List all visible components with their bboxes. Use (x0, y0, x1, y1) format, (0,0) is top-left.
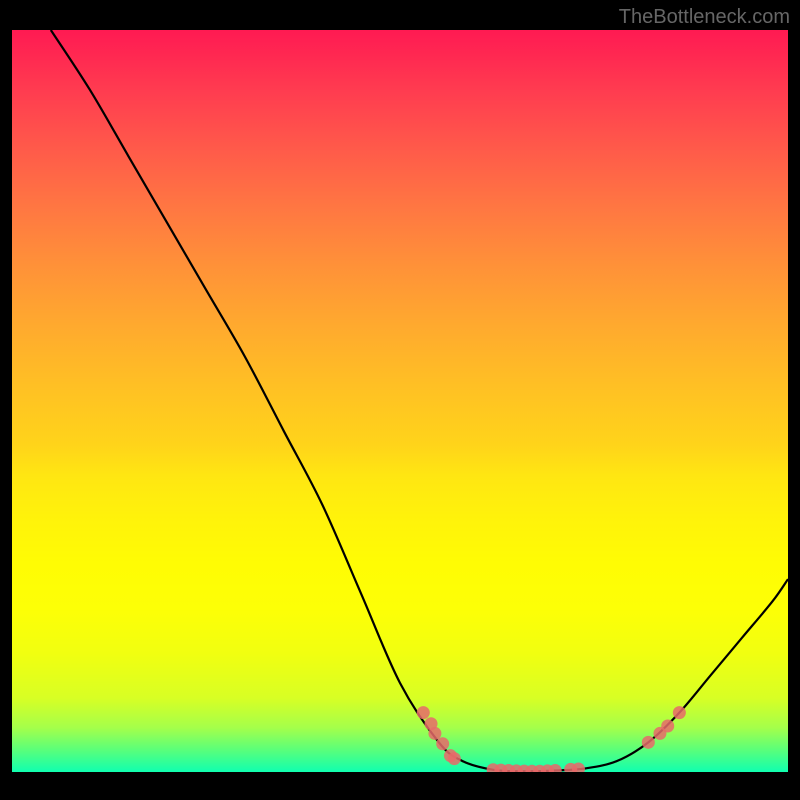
marker-dot (673, 706, 686, 719)
chart-svg (12, 30, 788, 772)
marker-dot (642, 736, 655, 749)
marker-dot (436, 737, 449, 750)
chart-container (12, 30, 788, 788)
marker-dot (428, 727, 441, 740)
marker-dot (549, 764, 562, 772)
marker-dots (417, 706, 686, 772)
marker-dot (448, 752, 461, 765)
plot-area (12, 30, 788, 772)
curve-line (51, 30, 788, 771)
marker-dot (417, 706, 430, 719)
watermark-text: TheBottleneck.com (619, 6, 790, 29)
marker-dot (661, 719, 674, 732)
